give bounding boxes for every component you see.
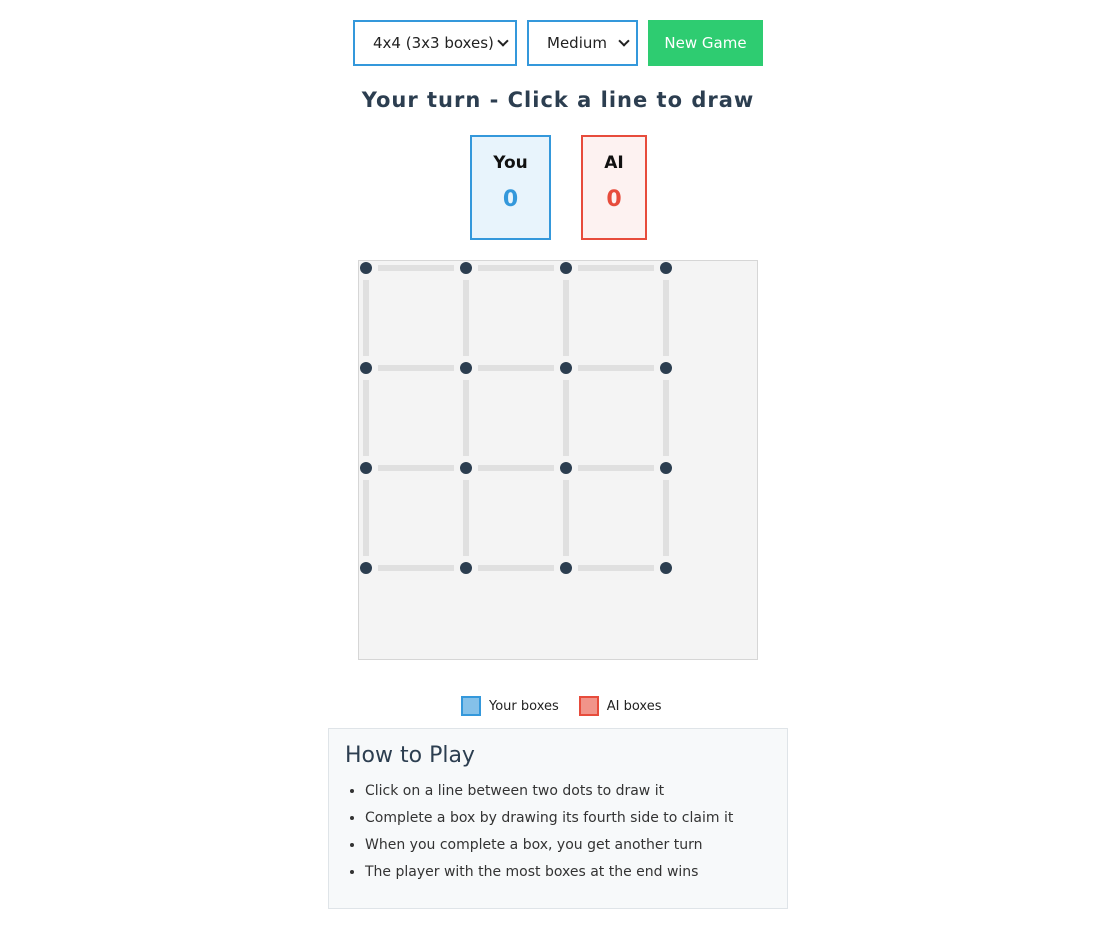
legend: Your boxes AI boxes — [461, 696, 662, 716]
how-to-play-panel: How to Play Click on a line between two … — [328, 728, 788, 909]
grid-dot — [660, 462, 672, 474]
grid-dot — [560, 362, 572, 374]
ai-score-value: 0 — [606, 187, 622, 212]
player-score-value: 0 — [502, 187, 519, 212]
grid-dot — [360, 362, 372, 374]
status-message: Your turn - Click a line to draw — [361, 88, 755, 112]
legend-swatch-ai — [578, 696, 599, 716]
legend-label-ai: AI boxes — [606, 698, 662, 714]
grid-dot — [360, 562, 372, 574]
rule-item: Click on a line between two dots to draw… — [365, 778, 771, 805]
grid-dot — [360, 462, 372, 474]
grid-dot — [560, 462, 572, 474]
grid-dot — [660, 362, 672, 374]
rules-list: Click on a line between two dots to draw… — [345, 778, 771, 886]
player-score-label: You — [493, 153, 528, 173]
board-size-select[interactable]: 4x4 (3x3 boxes) — [353, 20, 517, 66]
board-size-value: 4x4 (3x3 boxes) — [373, 34, 494, 52]
new-game-button[interactable]: New Game — [648, 20, 763, 66]
grid-dot — [360, 262, 372, 274]
rule-item: When you complete a box, you get another… — [365, 832, 771, 859]
game-controls: 4x4 (3x3 boxes) Medium New Game — [353, 20, 763, 66]
board-background — [358, 260, 758, 660]
rule-item: Complete a box by drawing its fourth sid… — [365, 805, 771, 832]
how-to-play-title: How to Play — [345, 743, 475, 768]
player-score-card: You 0 — [470, 135, 551, 240]
difficulty-value: Medium — [547, 34, 607, 52]
grid-dot — [460, 262, 472, 274]
ai-score-label: AI — [604, 153, 624, 173]
grid-dot — [460, 362, 472, 374]
grid-dot — [460, 562, 472, 574]
legend-label-player: Your boxes — [489, 698, 559, 714]
rule-item: The player with the most boxes at the en… — [365, 859, 771, 886]
grid-dot — [560, 262, 572, 274]
difficulty-select[interactable]: Medium — [527, 20, 638, 66]
chevron-down-icon — [618, 35, 630, 47]
grid-dot — [560, 562, 572, 574]
grid-dot — [660, 262, 672, 274]
grid-dot — [660, 562, 672, 574]
board-canvas — [358, 260, 758, 660]
grid-dot — [460, 462, 472, 474]
game-board — [358, 260, 758, 660]
legend-swatch-player — [461, 696, 481, 716]
ai-score-card: AI 0 — [581, 135, 647, 240]
chevron-down-icon — [497, 35, 509, 47]
